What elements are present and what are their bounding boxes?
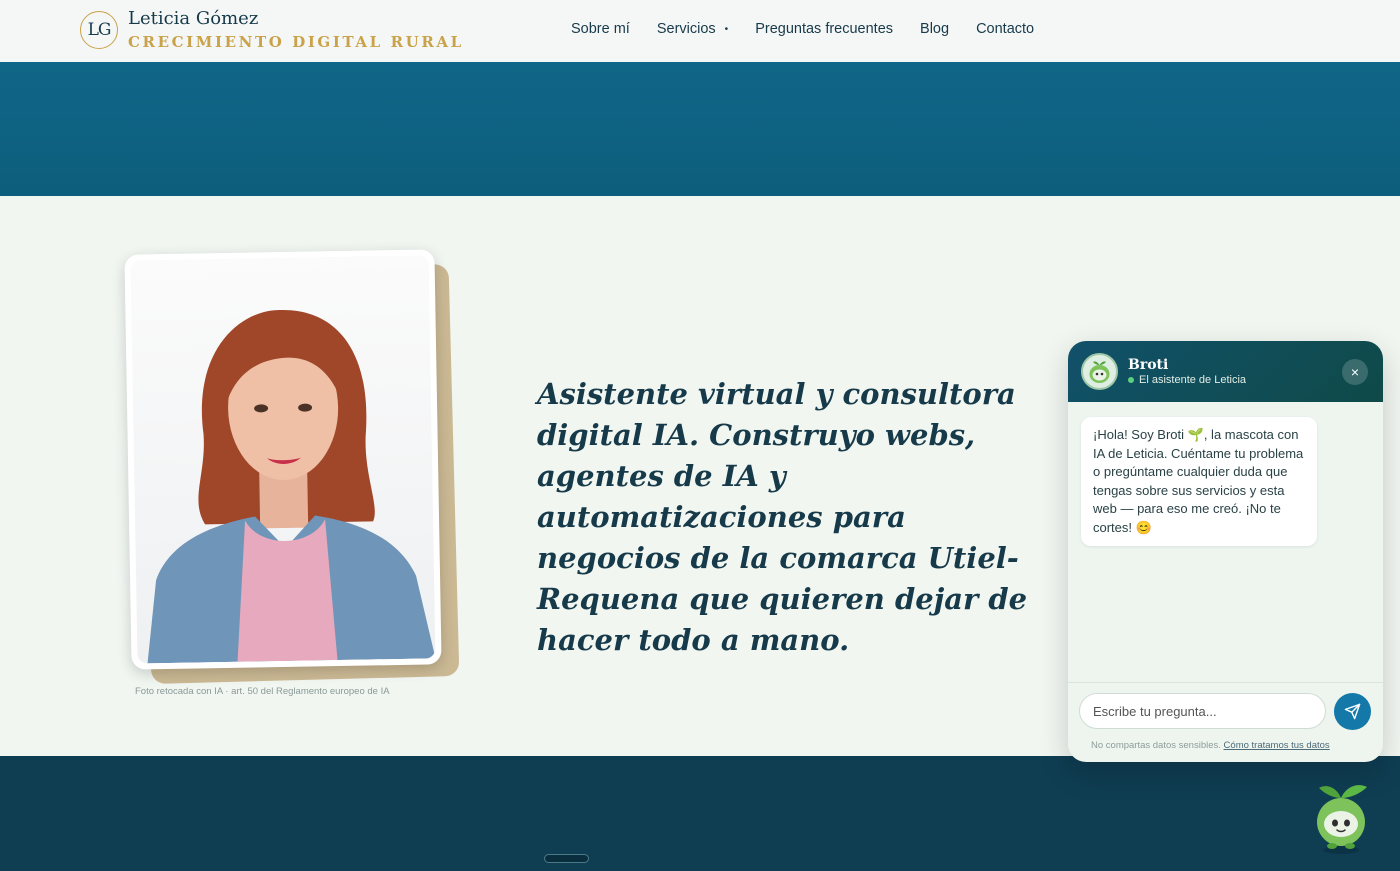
hero-headline: Asistente virtual y consultora digital I…	[537, 377, 1028, 657]
photo-caption: Foto retocada con IA · art. 50 del Regla…	[135, 686, 390, 697]
main-nav: Sobre mí Servicios • Preguntas frecuentes…	[571, 21, 1061, 37]
privacy-link[interactable]: Cómo tratamos tus datos	[1224, 740, 1330, 751]
chat-close-button[interactable]: ×	[1342, 359, 1368, 385]
hero-band	[0, 62, 1400, 196]
chat-widget: Broti El asistente de Leticia × ¡Hola! S…	[1068, 341, 1383, 762]
send-button[interactable]	[1334, 693, 1371, 730]
online-dot-icon	[1128, 377, 1134, 383]
nav-servicios-label: Servicios	[656, 21, 716, 37]
chat-input[interactable]: Escribe tu pregunta...	[1079, 693, 1326, 729]
dropdown-dot-icon: •	[724, 24, 729, 35]
nav-sobre-mi[interactable]: Sobre mí	[571, 21, 630, 37]
chat-status-text: El asistente de Leticia	[1139, 374, 1247, 386]
brand-name[interactable]: Leticia Gómez	[128, 8, 258, 29]
chat-header: Broti El asistente de Leticia ×	[1068, 341, 1383, 402]
privacy-note-text: No compartas datos sensibles.	[1091, 740, 1224, 751]
send-icon	[1344, 703, 1361, 720]
logo-monogram[interactable]: LG	[80, 11, 118, 49]
broti-mascot-icon	[1317, 785, 1367, 854]
nav-blog[interactable]: Blog	[920, 21, 949, 37]
nav-preguntas-frecuentes[interactable]: Preguntas frecuentes	[755, 21, 893, 37]
nav-servicios[interactable]: Servicios •	[657, 21, 728, 37]
site-header: LG Leticia Gómez CRECIMIENTO DIGITAL RUR…	[0, 0, 1400, 62]
portrait-illustration	[130, 255, 436, 664]
chat-bot-name: Broti	[1128, 357, 1169, 373]
privacy-note: No compartas datos sensibles. Cómo trata…	[1091, 740, 1330, 751]
broti-avatar-icon	[1081, 353, 1118, 390]
nav-contacto[interactable]: Contacto	[976, 21, 1034, 37]
portrait-photo	[130, 255, 436, 664]
broti-launcher-button[interactable]	[1310, 780, 1372, 855]
chat-message-bubble: ¡Hola! Soy Broti 🌱, la mascota con IA de…	[1081, 417, 1317, 546]
dark-section	[0, 756, 1400, 871]
scroll-indicator[interactable]	[544, 854, 589, 863]
brand-tagline: CRECIMIENTO DIGITAL RURAL	[128, 33, 464, 51]
portrait-card	[124, 249, 442, 670]
chat-divider	[1068, 682, 1383, 683]
chat-status: El asistente de Leticia	[1128, 374, 1246, 386]
